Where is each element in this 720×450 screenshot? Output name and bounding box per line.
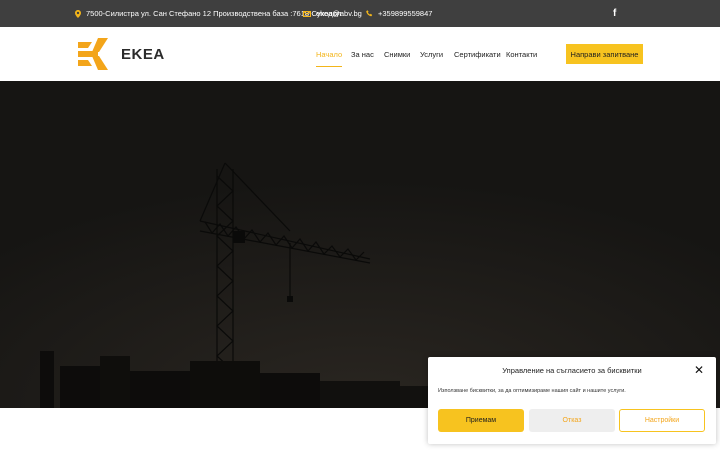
phone-info[interactable]: +359899559847 <box>366 0 432 27</box>
email-info[interactable]: ekea@abv.bg <box>303 0 362 27</box>
cookie-deny-button[interactable]: Отказ <box>529 409 615 432</box>
cookie-accept-button[interactable]: Приемам <box>438 409 524 432</box>
map-pin-icon <box>75 9 81 18</box>
email-text[interactable]: ekea@abv.bg <box>316 9 362 18</box>
close-icon[interactable]: ✕ <box>693 364 705 376</box>
nav-certificates[interactable]: Сертификати <box>454 27 501 81</box>
address-info: 7500-Силистра ул. Сан Стефано 12 Произво… <box>75 0 341 27</box>
top-bar: 7500-Силистра ул. Сан Стефано 12 Произво… <box>0 0 720 27</box>
logo-mark-icon <box>78 38 108 70</box>
site-logo[interactable]: EKEA <box>78 36 168 72</box>
cookie-consent-dialog: Управление на съгласието за бисквитки ✕ … <box>428 357 716 444</box>
inquiry-button[interactable]: Направи запитване <box>566 44 643 64</box>
cookie-text: Използване бисквитки, за да оптимизираме… <box>438 388 626 394</box>
nav-photos[interactable]: Снимки <box>384 27 410 81</box>
phone-text[interactable]: +359899559847 <box>378 9 432 18</box>
cookie-title: Управление на съгласието за бисквитки <box>502 366 642 375</box>
envelope-icon <box>303 10 311 17</box>
logo-text: EKEA <box>121 45 165 63</box>
phone-icon <box>366 10 373 17</box>
nav-home[interactable]: Начало <box>316 27 343 81</box>
cookie-settings-button[interactable]: Настройки <box>619 409 705 432</box>
nav-about[interactable]: За нас <box>351 27 374 81</box>
site-header: EKEA Начало За нас Снимки Услуги Сертифи… <box>0 27 720 81</box>
nav-services[interactable]: Услуги <box>420 27 443 81</box>
facebook-icon[interactable]: f <box>613 0 616 27</box>
nav-contacts[interactable]: Контакти <box>506 27 537 81</box>
